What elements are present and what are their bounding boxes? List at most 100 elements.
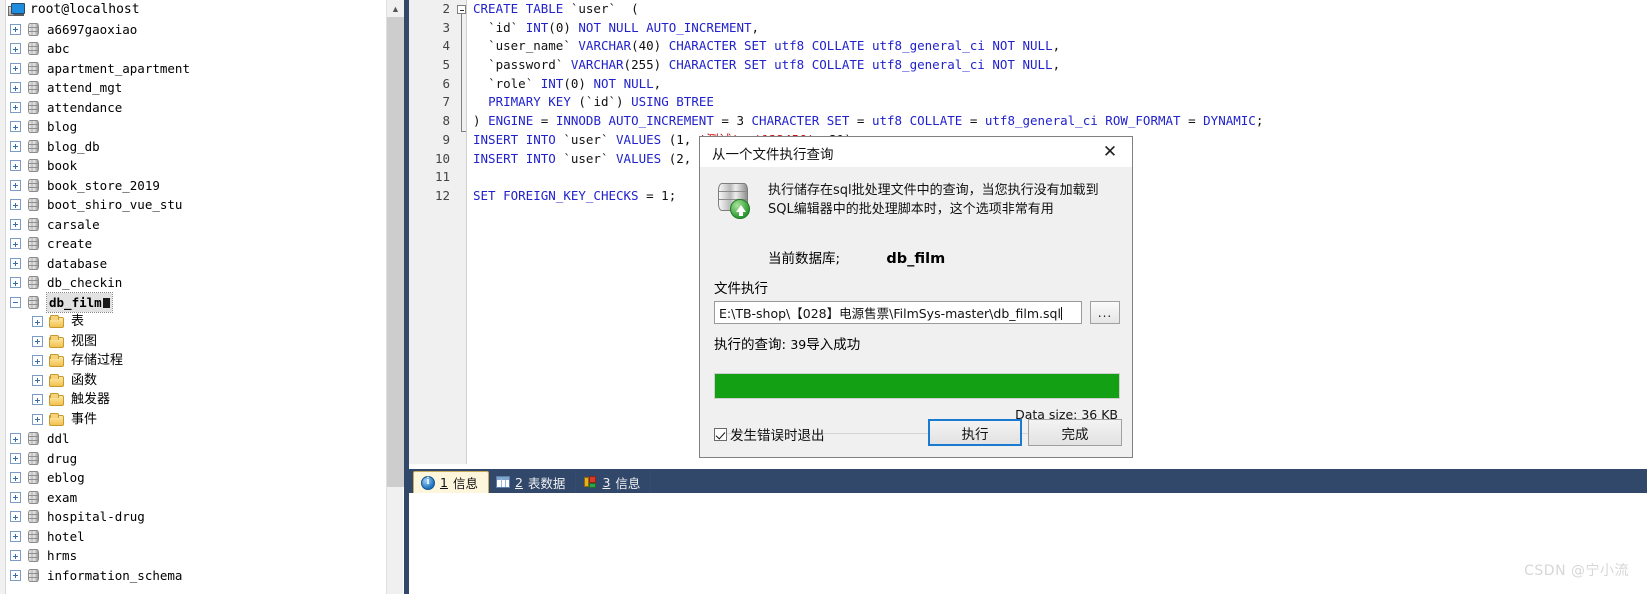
tree-item[interactable]: hospital-drug	[0, 507, 386, 527]
finish-button[interactable]: 完成	[1028, 419, 1122, 446]
tree-item[interactable]: db_checkin	[0, 273, 386, 293]
tree-item[interactable]: 表	[0, 312, 386, 332]
collapse-minus-icon[interactable]	[10, 296, 21, 308]
expand-plus-icon[interactable]	[10, 218, 21, 230]
bottom-tab[interactable]: 1 信息	[413, 471, 489, 493]
expand-plus-icon[interactable]	[10, 199, 21, 211]
tree-vertical-scrollbar[interactable]: ▲	[386, 0, 404, 594]
expand-plus-icon[interactable]	[10, 530, 21, 542]
file-exec-label: 文件执行	[714, 281, 768, 297]
bottom-tab[interactable]: 2 表数据	[489, 471, 577, 493]
tree-item[interactable]: attend_mgt	[0, 78, 386, 98]
expand-plus-icon[interactable]	[10, 62, 21, 74]
expand-plus-icon[interactable]	[10, 452, 21, 464]
scrollbar-thumb[interactable]	[387, 17, 404, 487]
code-line[interactable]: PRIMARY KEY (`id`) USING BTREE	[468, 93, 1647, 112]
expand-plus-icon[interactable]	[10, 101, 21, 113]
tree-item[interactable]: boot_shiro_vue_stu	[0, 195, 386, 215]
tree-item[interactable]: blog	[0, 117, 386, 137]
grid-icon	[495, 475, 510, 489]
expand-plus-icon[interactable]	[10, 179, 21, 191]
dialog-titlebar[interactable]: 从一个文件执行查询 ✕	[700, 137, 1132, 167]
code-line[interactable]: `id` INT(0) NOT NULL AUTO_INCREMENT,	[468, 19, 1647, 38]
expand-plus-icon[interactable]	[10, 121, 21, 133]
expand-plus-icon[interactable]	[32, 374, 43, 386]
tree-item-label: db_checkin	[47, 275, 123, 290]
code-line[interactable]: `password` VARCHAR(255) CHARACTER SET ut…	[468, 56, 1647, 75]
expand-plus-icon[interactable]	[10, 569, 21, 581]
tree-item[interactable]: db_film	[0, 291, 386, 313]
expand-plus-icon[interactable]	[32, 316, 43, 328]
progress-bar-fill	[715, 374, 1119, 398]
database-icon	[27, 451, 40, 466]
tree-item[interactable]: carsale	[0, 215, 386, 235]
code-line[interactable]: `user_name` VARCHAR(40) CHARACTER SET ut…	[468, 37, 1647, 56]
code-line[interactable]: CREATE TABLE `user` (	[468, 0, 1647, 19]
code-fold-column[interactable]	[455, 0, 467, 464]
bottom-tabs[interactable]: 1信息2表数据3信息	[413, 471, 652, 493]
tree-item[interactable]: 触发器	[0, 390, 386, 410]
expand-plus-icon[interactable]	[10, 238, 21, 250]
tree-item[interactable]: information_schema	[0, 566, 386, 586]
expand-plus-icon[interactable]	[10, 277, 21, 289]
expand-plus-icon[interactable]	[10, 23, 21, 35]
database-icon	[27, 256, 40, 271]
server-icon	[8, 2, 25, 17]
code-line[interactable]: `role` INT(0) NOT NULL,	[468, 75, 1647, 94]
tree-item[interactable]: book_store_2019	[0, 176, 386, 196]
tree-item-label: 触发器	[71, 392, 111, 407]
browse-file-button[interactable]: ...	[1090, 301, 1120, 324]
line-number-gutter: 2 3 4 5 6 7 8 9 10 11 12	[409, 0, 467, 464]
tree-item[interactable]: 视图	[0, 332, 386, 352]
file-path-input[interactable]: E:\TB-shop\【028】电源售票\FilmSys-master\db_f…	[714, 301, 1082, 324]
expand-plus-icon[interactable]	[32, 394, 43, 406]
tree-item[interactable]: abc	[0, 39, 386, 59]
expand-plus-icon[interactable]	[10, 472, 21, 484]
tree-item[interactable]: drug	[0, 449, 386, 469]
expand-plus-icon[interactable]	[32, 335, 43, 347]
database-icon	[27, 490, 40, 505]
tree-item[interactable]: 函数	[0, 371, 386, 391]
expand-plus-icon[interactable]	[10, 140, 21, 152]
expand-plus-icon[interactable]	[32, 355, 43, 367]
expand-plus-icon[interactable]	[10, 257, 21, 269]
tree-item[interactable]: hrms	[0, 546, 386, 566]
tree-item[interactable]: create	[0, 234, 386, 254]
tree-item[interactable]: database	[0, 254, 386, 274]
tree-item[interactable]: hotel	[0, 527, 386, 547]
fold-toggle-icon[interactable]	[457, 5, 466, 14]
expand-plus-icon[interactable]	[10, 511, 21, 523]
expand-plus-icon[interactable]	[32, 413, 43, 425]
tree-item[interactable]: blog_db	[0, 137, 386, 157]
tree-item[interactable]: a6697gaoxiao	[0, 20, 386, 40]
tree-item-label: create	[47, 236, 93, 251]
tree-item-list[interactable]: a6697gaoxiao abc apartment_apartment attend…	[0, 20, 386, 586]
tree-root-node[interactable]: root@localhost	[0, 0, 386, 20]
scroll-up-icon[interactable]: ▲	[387, 0, 404, 17]
tree-item[interactable]: eblog	[0, 468, 386, 488]
execute-button[interactable]: 执行	[928, 419, 1022, 446]
expand-plus-icon[interactable]	[10, 491, 21, 503]
tree-item[interactable]: exam	[0, 488, 386, 508]
tree-item[interactable]: attendance	[0, 98, 386, 118]
expand-plus-icon[interactable]	[10, 160, 21, 172]
execute-sql-file-dialog[interactable]: 从一个文件执行查询 ✕ 执行储存在sql批处理文件中的查询，当您执行没有加载到S…	[699, 136, 1133, 458]
expand-plus-icon[interactable]	[10, 82, 21, 94]
expand-plus-icon[interactable]	[10, 433, 21, 445]
stop-on-error-checkbox[interactable]	[714, 427, 727, 441]
tree-item[interactable]: ddl	[0, 429, 386, 449]
close-icon[interactable]: ✕	[1088, 137, 1132, 167]
bottom-tab[interactable]: 3 信息	[576, 471, 652, 493]
tree-item-label: 事件	[71, 411, 98, 427]
expand-plus-icon[interactable]	[10, 550, 21, 562]
code-line[interactable]: ) ENGINE = INNODB AUTO_INCREMENT = 3 CHA…	[468, 112, 1647, 131]
tree-item[interactable]: book	[0, 156, 386, 176]
tree-item[interactable]: 存储过程	[0, 351, 386, 371]
bottom-tab-label: 信息	[452, 476, 478, 491]
results-panel[interactable]	[409, 493, 1647, 594]
expand-plus-icon[interactable]	[10, 43, 21, 55]
tree-item[interactable]: 事件	[0, 410, 386, 430]
tree-item[interactable]: apartment_apartment	[0, 59, 386, 79]
stop-on-error-checkbox-row[interactable]: 发生错误时退出	[714, 424, 825, 444]
database-tree-pane[interactable]: root@localhost a6697gaoxiao abc apartment_…	[0, 0, 386, 594]
